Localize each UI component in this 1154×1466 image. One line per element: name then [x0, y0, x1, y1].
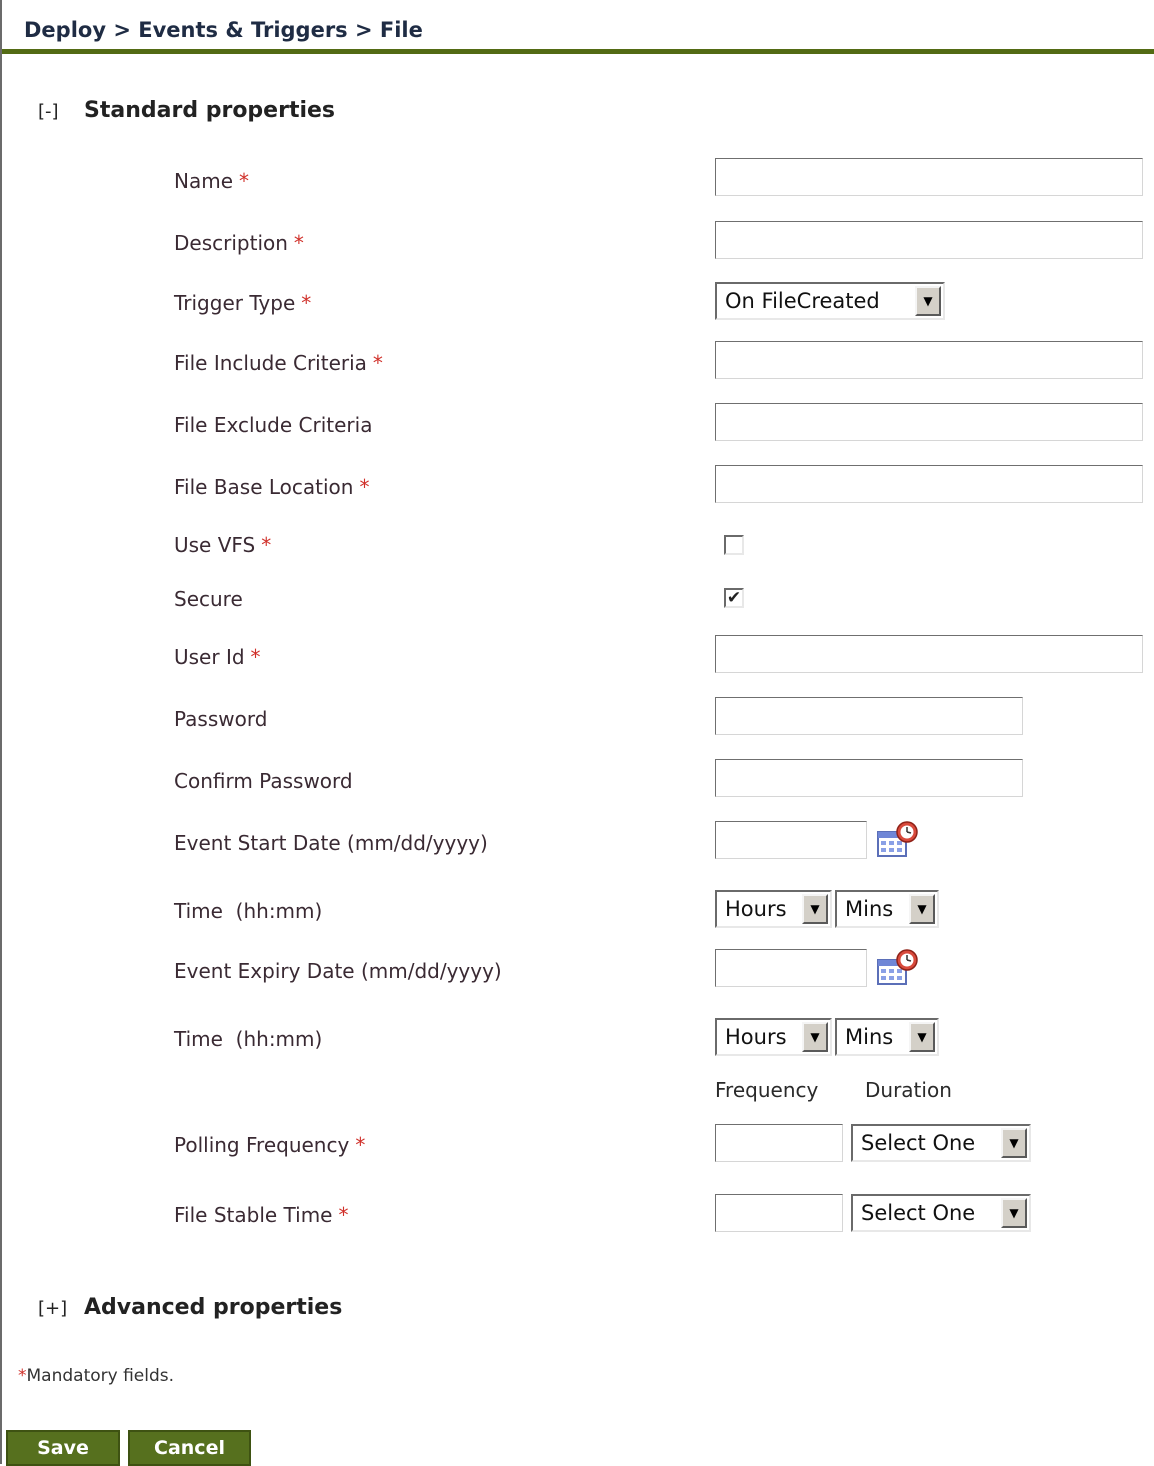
chevron-down-icon: ▼: [909, 1022, 935, 1052]
trigger-type-label: Trigger Type *: [174, 291, 312, 315]
advanced-properties-heading: [+] Advanced properties: [38, 1295, 342, 1320]
required-star: *: [359, 475, 370, 499]
use-vfs-checkbox[interactable]: [724, 535, 744, 555]
cancel-button[interactable]: Cancel: [128, 1430, 251, 1466]
calendar-icon[interactable]: [876, 948, 920, 988]
exclude-criteria-label: File Exclude Criteria: [174, 413, 373, 437]
stable-time-input[interactable]: [715, 1194, 843, 1232]
standard-properties-heading: [-] Standard properties: [38, 98, 335, 123]
collapse-toggle[interactable]: [-]: [38, 101, 84, 122]
expiry-date-input[interactable]: [715, 949, 867, 987]
polling-frequency-label: Polling Frequency *: [174, 1133, 366, 1157]
confirm-password-input[interactable]: [715, 759, 1023, 797]
exclude-criteria-input[interactable]: [715, 403, 1143, 441]
chevron-down-icon: ▼: [1001, 1128, 1027, 1158]
required-star: *: [338, 1203, 349, 1227]
start-hours-select[interactable]: Hours ▼: [715, 890, 832, 928]
mandatory-note: *Mandatory fields.: [18, 1366, 174, 1386]
include-criteria-label: File Include Criteria *: [174, 351, 383, 375]
user-id-input[interactable]: [715, 635, 1143, 673]
start-time-label: Time (hh:mm): [174, 899, 323, 923]
expand-toggle[interactable]: [+]: [38, 1298, 84, 1319]
start-date-input[interactable]: [715, 821, 867, 859]
hours-value: Hours: [725, 897, 787, 921]
secure-checkbox[interactable]: ✔: [724, 588, 744, 608]
calendar-icon[interactable]: [876, 820, 920, 860]
left-border: [0, 0, 2, 1464]
expiry-mins-select[interactable]: Mins ▼: [835, 1018, 939, 1056]
start-date-label: Event Start Date (mm/dd/yyyy): [174, 831, 488, 855]
required-star: *: [301, 291, 312, 315]
section-title: Standard properties: [84, 98, 336, 123]
trigger-type-value: On FileCreated: [725, 289, 880, 313]
user-id-label: User Id *: [174, 645, 261, 669]
required-star: *: [261, 533, 272, 557]
expiry-date-label: Event Expiry Date (mm/dd/yyyy): [174, 959, 502, 983]
stable-time-label: File Stable Time *: [174, 1203, 349, 1227]
checkmark-icon: ✔: [726, 587, 742, 608]
required-star: *: [18, 1366, 27, 1386]
base-location-label: File Base Location *: [174, 475, 370, 499]
start-mins-select[interactable]: Mins ▼: [835, 890, 939, 928]
breadcrumb: Deploy > Events & Triggers > File: [24, 18, 423, 42]
include-criteria-input[interactable]: [715, 341, 1143, 379]
mins-value: Mins: [845, 897, 894, 921]
polling-duration-select[interactable]: Select One ▼: [851, 1124, 1031, 1162]
required-star: *: [239, 169, 250, 193]
required-star: *: [293, 231, 304, 255]
name-label: Name *: [174, 169, 250, 193]
trigger-type-select[interactable]: On FileCreated ▼: [715, 282, 945, 320]
password-input[interactable]: [715, 697, 1023, 735]
required-star: *: [250, 645, 261, 669]
chevron-down-icon: ▼: [802, 894, 828, 924]
section-title: Advanced properties: [84, 1295, 343, 1320]
base-location-input[interactable]: [715, 465, 1143, 503]
hours-value: Hours: [725, 1025, 787, 1049]
polling-frequency-input[interactable]: [715, 1124, 843, 1162]
description-label: Description *: [174, 231, 304, 255]
mins-value: Mins: [845, 1025, 894, 1049]
required-star: *: [372, 351, 383, 375]
chevron-down-icon: ▼: [909, 894, 935, 924]
required-star: *: [355, 1133, 366, 1157]
password-label: Password: [174, 707, 268, 731]
expiry-time-label: Time (hh:mm): [174, 1027, 323, 1051]
frequency-column-heading: Frequency: [715, 1078, 819, 1102]
chevron-down-icon: ▼: [1001, 1198, 1027, 1228]
duration-value: Select One: [861, 1131, 976, 1155]
confirm-password-label: Confirm Password: [174, 769, 353, 793]
save-button[interactable]: Save: [6, 1430, 120, 1466]
chevron-down-icon: ▼: [802, 1022, 828, 1052]
duration-value: Select One: [861, 1201, 976, 1225]
mandatory-text: Mandatory fields.: [26, 1366, 175, 1386]
name-input[interactable]: [715, 158, 1143, 196]
stable-duration-select[interactable]: Select One ▼: [851, 1194, 1031, 1232]
chevron-down-icon: ▼: [915, 286, 941, 316]
use-vfs-label: Use VFS *: [174, 533, 272, 557]
description-input[interactable]: [715, 221, 1143, 259]
expiry-hours-select[interactable]: Hours ▼: [715, 1018, 832, 1056]
duration-column-heading: Duration: [865, 1078, 952, 1102]
secure-label: Secure: [174, 587, 243, 611]
page-header: Deploy > Events & Triggers > File: [2, 0, 1154, 54]
